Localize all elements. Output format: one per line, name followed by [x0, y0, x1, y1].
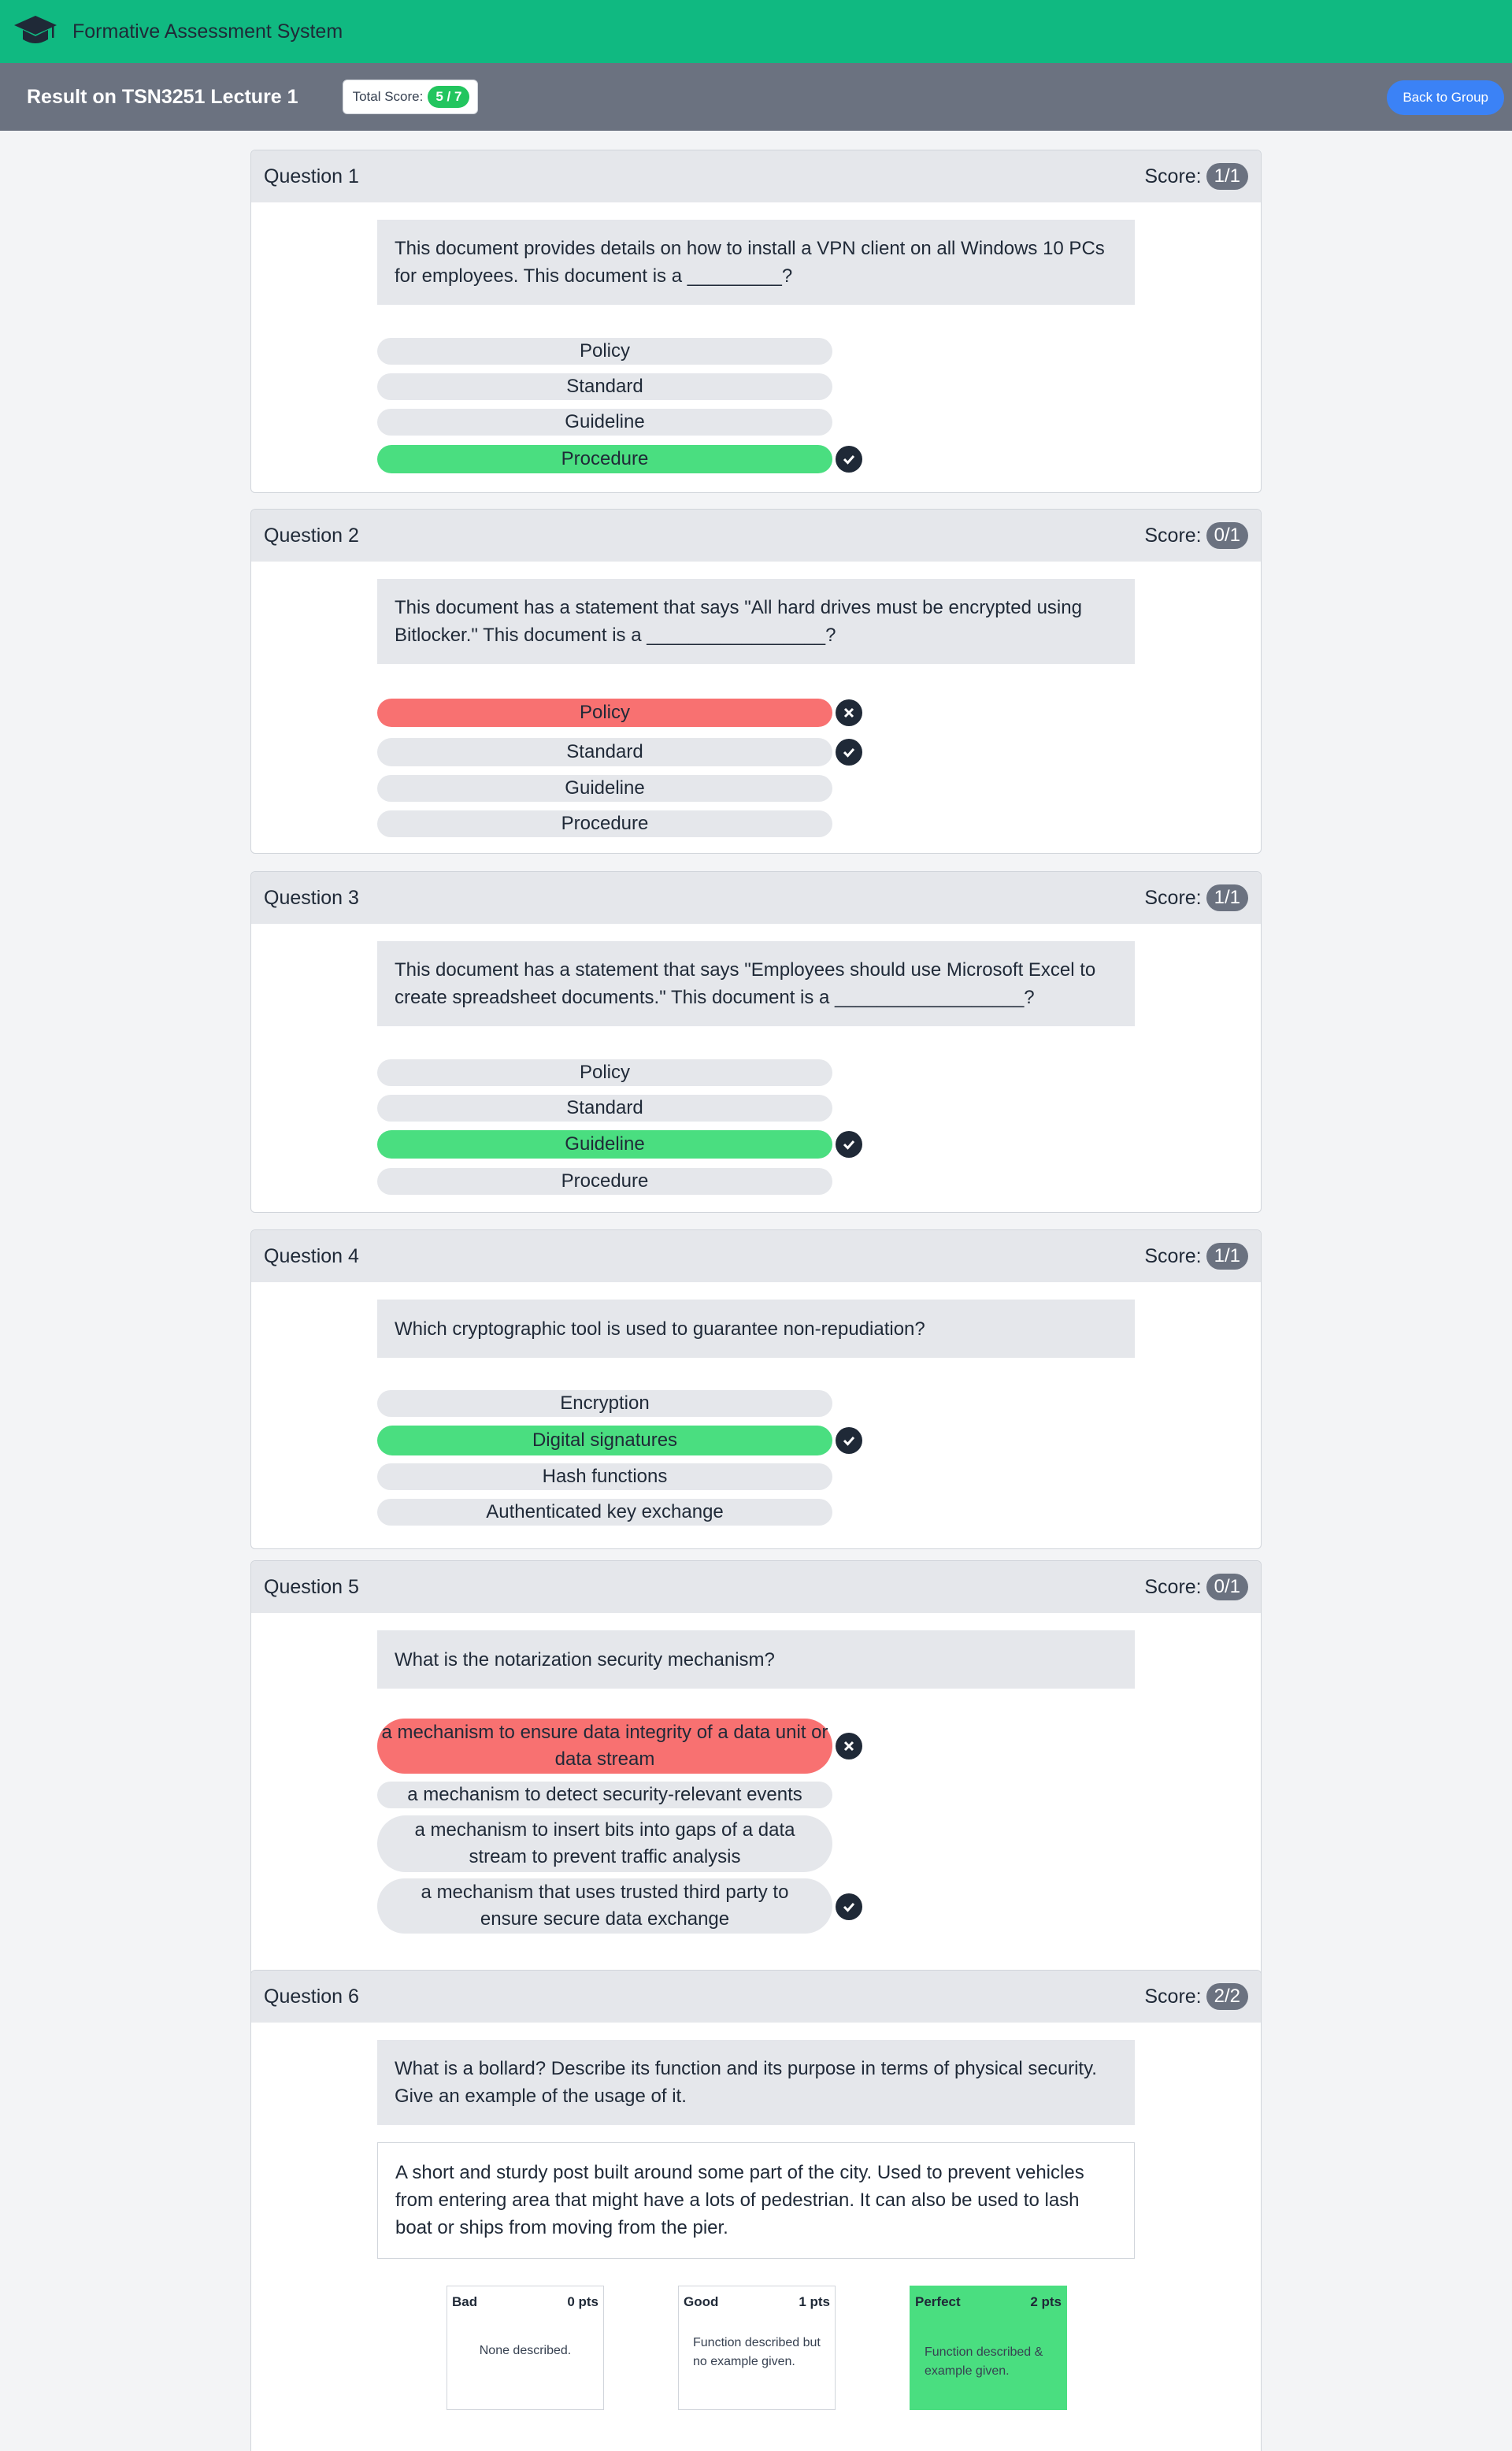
- rubric-points: 0 pts: [567, 2294, 598, 2309]
- question-card-2: Question 2 Score: 0/1 This document has a…: [250, 509, 1262, 854]
- question-score: Score: 1/1: [1144, 163, 1248, 190]
- question-header: Question 1 Score: 1/1: [251, 150, 1261, 202]
- check-icon: [836, 446, 862, 473]
- question-score: Score: 0/1: [1144, 522, 1248, 549]
- option-correct: Procedure: [377, 445, 832, 473]
- question-prompt: This document has a statement that says …: [377, 579, 1135, 664]
- option: Guideline: [377, 409, 832, 436]
- score-label: Score:: [1144, 1244, 1202, 1267]
- question-header: Question 2 Score: 0/1: [251, 510, 1261, 562]
- graduation-cap-icon: [14, 16, 57, 43]
- question-score: Score: 1/1: [1144, 884, 1248, 911]
- option: Policy: [377, 1059, 832, 1086]
- option: Standard: [377, 738, 832, 766]
- rubric-points: 2 pts: [1030, 2294, 1062, 2309]
- score-badge: 2/2: [1206, 1983, 1248, 2010]
- question-title: Question 4: [264, 1244, 359, 1267]
- total-score-box: Total Score: 5 / 7: [342, 80, 479, 114]
- question-title: Question 3: [264, 886, 359, 909]
- option: Standard: [377, 373, 832, 400]
- score-badge: 1/1: [1206, 163, 1248, 190]
- cross-icon: [836, 699, 862, 726]
- question-prompt: This document has a statement that says …: [377, 941, 1135, 1026]
- option-wrong: a mechanism to ensure data integrity of …: [377, 1719, 832, 1774]
- check-icon: [836, 1131, 862, 1158]
- rubric-bad: Bad 0 pts None described.: [447, 2286, 604, 2410]
- score-label: Score:: [1144, 524, 1202, 547]
- rubric-name: Perfect: [915, 2294, 961, 2309]
- app-title: Formative Assessment System: [72, 20, 343, 43]
- question-card-6: Question 6 Score: 2/2 What is a bollard? …: [250, 1970, 1262, 2451]
- option: Encryption: [377, 1390, 832, 1417]
- total-score-badge: 5 / 7: [428, 86, 470, 108]
- question-score: Score: 1/1: [1144, 1243, 1248, 1270]
- cross-icon: [836, 1733, 862, 1759]
- option: Procedure: [377, 1168, 832, 1195]
- rubric-points: 1 pts: [799, 2294, 830, 2309]
- rubric-name: Good: [684, 2294, 719, 2309]
- option-correct: Digital signatures: [377, 1426, 832, 1455]
- question-header: Question 5 Score: 0/1: [251, 1561, 1261, 1613]
- question-card-3: Question 3 Score: 1/1 This document has a…: [250, 871, 1262, 1213]
- question-title: Question 2: [264, 524, 359, 547]
- score-badge: 0/1: [1206, 1574, 1248, 1600]
- rubric-description: Function described but no example given.: [693, 2336, 821, 2368]
- option: Guideline: [377, 775, 832, 802]
- rubric-description: None described.: [479, 2344, 572, 2357]
- rubric-name: Bad: [452, 2294, 478, 2309]
- app-header: Formative Assessment System: [0, 0, 1512, 63]
- question-title: Question 5: [264, 1575, 359, 1598]
- option: a mechanism to detect security-relevant …: [377, 1782, 832, 1808]
- rubric-perfect: Perfect 2 pts Function described & exampl…: [910, 2286, 1067, 2410]
- option: Procedure: [377, 810, 832, 837]
- page-title: Result on TSN3251 Lecture 1: [27, 85, 298, 108]
- question-header: Question 6 Score: 2/2: [251, 1971, 1261, 2023]
- question-header: Question 4 Score: 1/1: [251, 1230, 1261, 1282]
- option-wrong: Policy: [377, 699, 832, 727]
- back-to-group-button[interactable]: Back to Group: [1387, 80, 1504, 115]
- option: Hash functions: [377, 1463, 832, 1490]
- question-prompt: What is a bollard? Describe its function…: [377, 2040, 1135, 2125]
- question-card-1: Question 1 Score: 1/1 This document provi…: [250, 150, 1262, 493]
- question-prompt: What is the notarization security mechan…: [377, 1630, 1135, 1689]
- rubric-description: Function described & example given.: [925, 2345, 1043, 2378]
- total-score-label: Total Score:: [352, 89, 424, 104]
- question-prompt: This document provides details on how to…: [377, 220, 1135, 305]
- option: a mechanism to insert bits into gaps of …: [377, 1815, 832, 1872]
- student-answer: A short and sturdy post built around som…: [377, 2142, 1135, 2259]
- question-header: Question 3 Score: 1/1: [251, 872, 1261, 924]
- score-badge: 0/1: [1206, 522, 1248, 549]
- option: Policy: [377, 338, 832, 365]
- check-icon: [836, 739, 862, 766]
- option: a mechanism that uses trusted third part…: [377, 1878, 832, 1934]
- question-card-4: Question 4 Score: 1/1 Which cryptographic…: [250, 1229, 1262, 1549]
- option: Authenticated key exchange: [377, 1499, 832, 1526]
- option-correct: Guideline: [377, 1130, 832, 1159]
- score-label: Score:: [1144, 886, 1202, 909]
- result-header: Result on TSN3251 Lecture 1 Total Score:…: [0, 63, 1512, 131]
- check-icon: [836, 1893, 862, 1920]
- score-badge: 1/1: [1206, 884, 1248, 911]
- score-label: Score:: [1144, 1575, 1202, 1598]
- rubric-good: Good 1 pts Function described but no exam…: [678, 2286, 836, 2410]
- question-title: Question 1: [264, 165, 359, 187]
- option: Standard: [377, 1095, 832, 1122]
- score-badge: 1/1: [1206, 1243, 1248, 1270]
- question-prompt: Which cryptographic tool is used to guar…: [377, 1300, 1135, 1358]
- question-score: Score: 0/1: [1144, 1574, 1248, 1600]
- question-score: Score: 2/2: [1144, 1983, 1248, 2010]
- score-label: Score:: [1144, 165, 1202, 187]
- question-title: Question 6: [264, 1985, 359, 2008]
- check-icon: [836, 1427, 862, 1454]
- score-label: Score:: [1144, 1985, 1202, 2008]
